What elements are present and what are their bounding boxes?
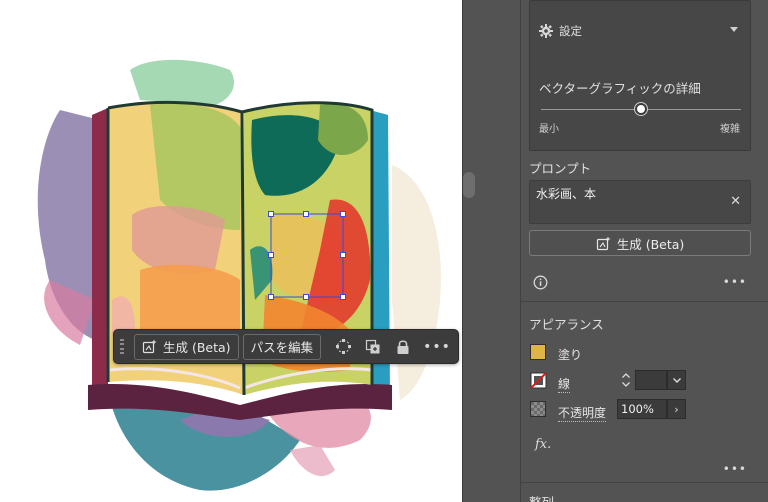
fx-icon[interactable]: fx. bbox=[535, 437, 551, 452]
wash-beige-right bbox=[392, 165, 441, 400]
chevron-down-icon bbox=[672, 377, 681, 383]
stroke-weight-stepper[interactable] bbox=[617, 370, 634, 390]
watercolor-book-artwork[interactable] bbox=[0, 0, 462, 502]
chevron-right-icon[interactable]: › bbox=[667, 399, 686, 419]
detail-slider-thumb[interactable] bbox=[635, 103, 647, 115]
contextual-task-bar[interactable]: 生成 (Beta) パスを編集 ••• bbox=[113, 329, 459, 364]
slider-max-label: 複雑 bbox=[720, 124, 740, 135]
lock-icon[interactable] bbox=[391, 334, 415, 360]
stepper-arrows-icon bbox=[621, 373, 630, 387]
settings-title: 設定 bbox=[559, 24, 582, 38]
chevron-down-icon[interactable] bbox=[730, 27, 738, 32]
duplicate-icon[interactable] bbox=[361, 334, 385, 360]
settings-section: 設定 ベクターグラフィックの詳細 最小 複雑 bbox=[529, 0, 751, 151]
opacity-swatch-icon[interactable] bbox=[530, 401, 546, 417]
fill-swatch[interactable] bbox=[530, 344, 546, 360]
settings-header[interactable]: 設定 bbox=[539, 23, 582, 39]
ctx-generate-label: 生成 (Beta) bbox=[163, 340, 231, 355]
panel-border bbox=[520, 0, 521, 502]
more-options-icon[interactable]: ••• bbox=[723, 462, 747, 476]
wash-pink-tail bbox=[290, 445, 335, 477]
stroke-weight-input[interactable] bbox=[635, 370, 667, 390]
generate-sparkle-icon bbox=[596, 236, 611, 250]
wash-green-top bbox=[130, 59, 235, 105]
ctx-generate-button[interactable]: 生成 (Beta) bbox=[134, 333, 239, 360]
artboard-canvas[interactable]: 生成 (Beta) パスを編集 ••• bbox=[0, 0, 462, 502]
detail-label: ベクターグラフィックの詳細 bbox=[539, 81, 701, 96]
appearance-label: アピアランス bbox=[529, 317, 604, 332]
prompt-text[interactable]: 水彩画、本 bbox=[536, 185, 596, 202]
slider-min-label: 最小 bbox=[539, 124, 559, 135]
prompt-input[interactable]: 水彩画、本 ✕ bbox=[529, 180, 751, 224]
gear-icon bbox=[539, 24, 553, 38]
info-icon[interactable] bbox=[533, 275, 548, 290]
section-divider bbox=[520, 301, 768, 302]
scrollbar-track[interactable] bbox=[462, 0, 520, 502]
align-label: 整列 bbox=[529, 492, 554, 502]
stroke-none-swatch-icon[interactable] bbox=[530, 372, 547, 389]
book-cover-back bbox=[92, 108, 108, 395]
prompt-label: プロンプト bbox=[529, 161, 592, 176]
more-options-icon[interactable]: ••• bbox=[723, 275, 747, 289]
section-divider bbox=[520, 482, 768, 483]
ctx-edit-path-button[interactable]: パスを編集 bbox=[242, 333, 322, 360]
generate-button-label: 生成 (Beta) bbox=[616, 236, 685, 252]
fill-label[interactable]: 塗り bbox=[558, 346, 582, 363]
opacity-input[interactable]: 100% bbox=[617, 399, 667, 419]
opacity-label[interactable]: 不透明度 bbox=[558, 404, 607, 422]
clear-prompt-icon[interactable]: ✕ bbox=[730, 194, 741, 209]
stroke-label[interactable]: 線 bbox=[558, 375, 571, 393]
drag-grip-icon[interactable] bbox=[120, 338, 126, 355]
scrollbar-thumb[interactable] bbox=[463, 172, 475, 198]
generate-button[interactable]: 生成 (Beta) bbox=[529, 230, 751, 256]
ctx-more-icon[interactable]: ••• bbox=[423, 339, 451, 355]
stroke-weight-dropdown[interactable] bbox=[667, 370, 686, 390]
ctx-edit-path-label: パスを編集 bbox=[250, 340, 314, 355]
generate-sparkle-icon bbox=[142, 339, 157, 354]
anchor-points-icon[interactable] bbox=[331, 334, 355, 360]
